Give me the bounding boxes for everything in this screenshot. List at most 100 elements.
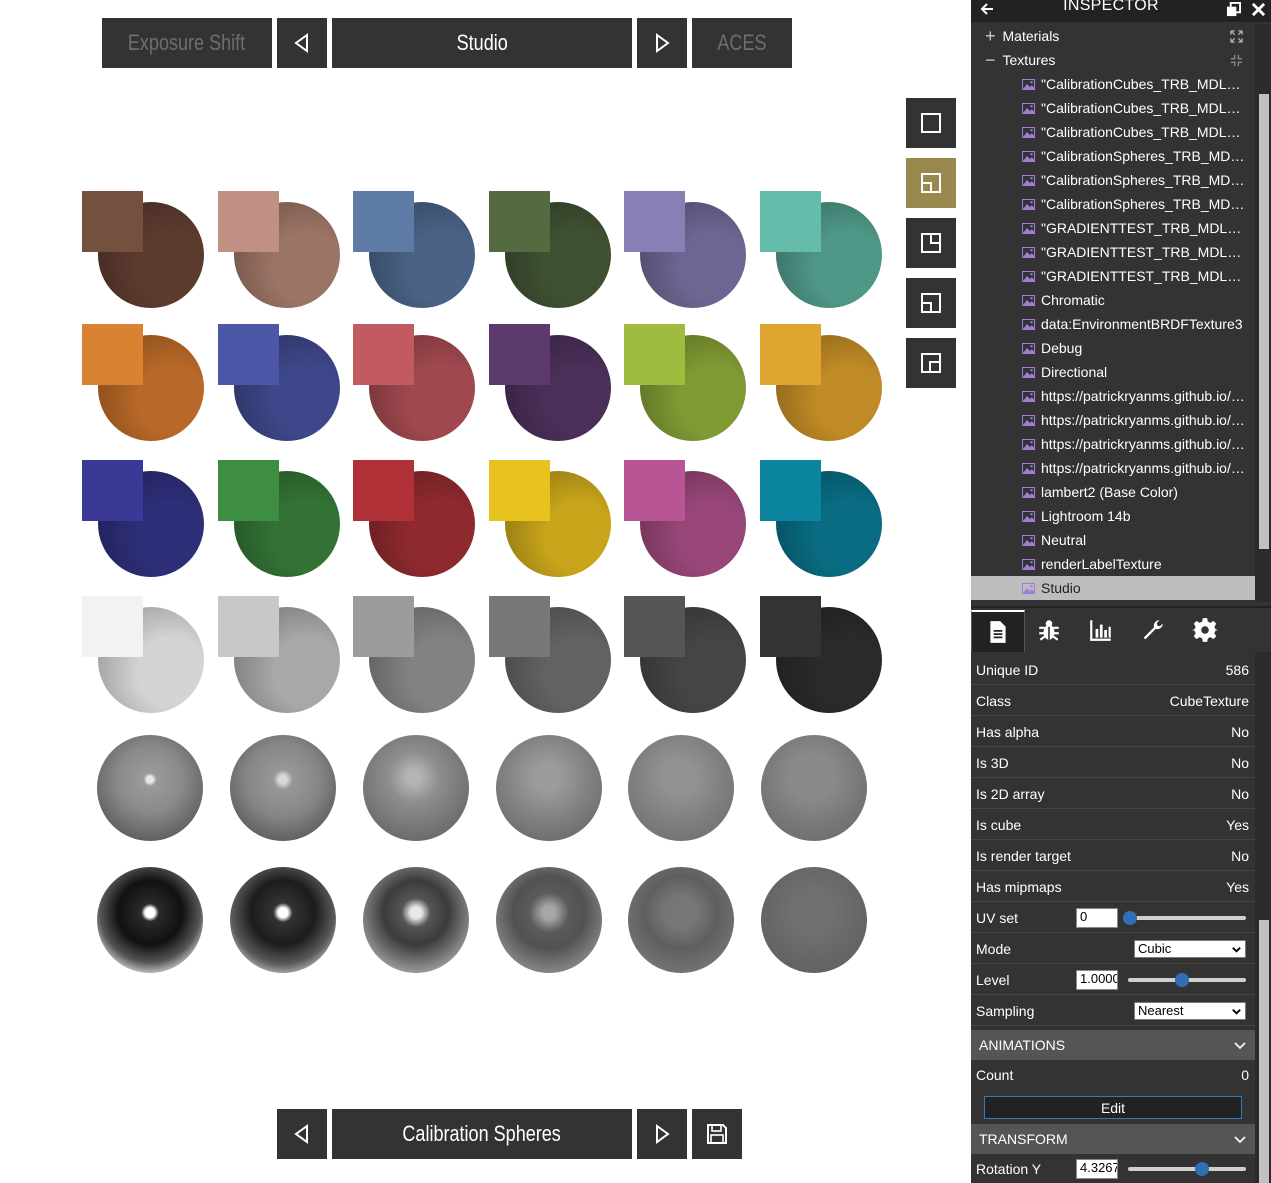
property-label: Is cube <box>976 816 1022 833</box>
tree-scrollbar[interactable] <box>1255 24 1271 602</box>
texture-item[interactable]: lambert2 (Base Color) <box>971 480 1255 504</box>
image-texture-icon <box>1022 174 1035 186</box>
texture-item[interactable]: Debug <box>971 336 1255 360</box>
uv-set-input[interactable]: 0 <box>1076 907 1118 928</box>
texture-item-label: renderLabelTexture <box>1041 556 1162 572</box>
texture-item-label: https://patrickryanms.github.io/BabylonJ… <box>1041 460 1246 476</box>
texture-item[interactable]: https://patrickryanms.github.io/BabylonJ… <box>971 408 1255 432</box>
swatch-square <box>82 596 143 657</box>
sampling-select[interactable]: Nearest <box>1134 1001 1246 1020</box>
split-view-top-right-button[interactable] <box>906 218 956 268</box>
texture-item[interactable]: Neutral <box>971 528 1255 552</box>
color-swatch <box>624 596 746 716</box>
level-label: Level <box>976 971 1010 988</box>
texture-item[interactable]: Lightroom 14b <box>971 504 1255 528</box>
property-label: Has mipmaps <box>976 878 1062 895</box>
texture-item[interactable]: Directional <box>971 360 1255 384</box>
tab-debug[interactable] <box>1023 610 1075 650</box>
texture-item[interactable]: https://patrickryanms.github.io/BabylonJ… <box>971 432 1255 456</box>
edit-animations-button[interactable]: Edit <box>984 1096 1242 1119</box>
swatch-square <box>489 460 550 521</box>
color-swatch <box>218 191 340 311</box>
texture-item[interactable]: Studio <box>971 576 1255 600</box>
texture-item-label: https://patrickryanms.github.io/BabylonJ… <box>1041 436 1246 452</box>
transform-section-header[interactable]: TRANSFORM <box>971 1124 1255 1154</box>
color-swatch <box>760 191 882 311</box>
triangle-right-icon <box>656 33 670 53</box>
sampling-select-value: Nearest <box>1138 1003 1184 1018</box>
next-environment-button[interactable] <box>637 18 687 68</box>
tab-properties[interactable] <box>971 610 1025 652</box>
close-icon[interactable] <box>1251 2 1266 17</box>
tab-settings[interactable] <box>1179 610 1231 650</box>
property-value: Yes <box>1226 816 1249 833</box>
split-view-bottom-left-button[interactable] <box>906 278 956 328</box>
split-view-diagonal-button[interactable] <box>906 158 956 208</box>
property-label: Class <box>976 692 1012 709</box>
single-view-icon <box>921 113 941 133</box>
texture-item[interactable]: "GRADIENTTEST_TRB_MDL_Gradient_BaseColor… <box>971 216 1255 240</box>
texture-item[interactable]: renderLabelTexture <box>971 552 1255 576</box>
uv-set-slider-knob[interactable] <box>1123 910 1137 925</box>
collapse-icon[interactable] <box>1230 54 1243 67</box>
metallic-sphere <box>761 867 867 973</box>
property-label: Is 2D array <box>976 785 1045 802</box>
texture-item[interactable]: "CalibrationCubes_TRB_MDL_Cubes_2_BaseCo… <box>971 72 1255 96</box>
image-texture-icon <box>1022 366 1035 378</box>
texture-item[interactable]: https://patrickryanms.github.io/BabylonJ… <box>971 456 1255 480</box>
mode-select[interactable]: Cubic <box>1134 939 1246 958</box>
viewer[interactable]: Exposure Shift Studio ACES Calibration S… <box>0 0 971 1183</box>
sampling-row: Sampling Nearest <box>971 996 1255 1026</box>
texture-item[interactable]: "CalibrationSpheres_TRB_MDL_Spheres_Base… <box>971 144 1255 168</box>
image-texture-icon <box>1022 126 1035 138</box>
animation-count-value: 0 <box>1241 1067 1249 1083</box>
tree-materials-row[interactable]: + Materials <box>971 24 1255 48</box>
uv-set-slider[interactable] <box>1123 910 1246 925</box>
tab-tools[interactable] <box>1127 610 1179 650</box>
texture-item[interactable]: data:EnvironmentBRDFTexture3 <box>971 312 1255 336</box>
next-model-button[interactable] <box>637 1109 687 1159</box>
roughness-sphere <box>628 735 734 841</box>
metallic-sphere <box>230 867 336 973</box>
texture-item[interactable]: "CalibrationSpheres_TRB_MDL_Spheres_Norm… <box>971 192 1255 216</box>
plus-icon[interactable]: + <box>985 27 996 45</box>
texture-item[interactable]: "GRADIENTTEST_TRB_MDL_Gradient_Normal.pn… <box>971 264 1255 288</box>
tree-scrollbar-thumb[interactable] <box>1259 94 1269 549</box>
texture-item[interactable]: "GRADIENTTEST_TRB_MDL_Gradient_Metallic.… <box>971 240 1255 264</box>
properties-scrollbar-thumb[interactable] <box>1259 920 1269 1183</box>
split-view-corner-button[interactable] <box>906 338 956 388</box>
inspector-header: INSPECTOR <box>971 0 1271 22</box>
texture-item[interactable]: Chromatic <box>971 288 1255 312</box>
property-value: No <box>1231 754 1249 771</box>
texture-item[interactable]: https://patrickryanms.github.io/BabylonJ… <box>971 384 1255 408</box>
rotation-y-input[interactable]: 4.3267 <box>1076 1158 1118 1179</box>
swatch-square <box>624 191 685 252</box>
texture-item[interactable]: "CalibrationCubes_TRB_MDL_Cubes_2_Metall… <box>971 96 1255 120</box>
tree-textures-row[interactable]: − Textures <box>971 48 1255 72</box>
rotation-y-slider-knob[interactable] <box>1195 1161 1209 1176</box>
roughness-sphere <box>230 735 336 841</box>
color-swatch <box>353 460 475 580</box>
level-slider-knob[interactable] <box>1175 972 1189 987</box>
single-view-button[interactable] <box>906 98 956 148</box>
save-button[interactable] <box>692 1109 742 1159</box>
expand-icon[interactable] <box>1230 29 1243 43</box>
rotation-y-slider[interactable] <box>1128 1161 1246 1176</box>
level-slider[interactable] <box>1128 972 1246 987</box>
prev-model-button[interactable] <box>277 1109 327 1159</box>
minus-icon[interactable]: − <box>985 51 996 69</box>
texture-item[interactable]: "CalibrationCubes_TRB_MDL_Cubes_2_Normal… <box>971 120 1255 144</box>
texture-item[interactable]: "CalibrationSpheres_TRB_MDL_Spheres_Meta… <box>971 168 1255 192</box>
swatch-square <box>489 191 550 252</box>
exposure-shift-button[interactable]: Exposure Shift <box>102 18 272 68</box>
image-texture-icon <box>1022 102 1035 114</box>
tab-statistics[interactable] <box>1075 610 1127 650</box>
properties-scrollbar[interactable] <box>1255 652 1271 1183</box>
property-label: Is 3D <box>976 754 1009 771</box>
animations-section-header[interactable]: ANIMATIONS <box>971 1030 1255 1060</box>
popout-window-icon[interactable] <box>1226 2 1241 17</box>
sampling-label: Sampling <box>976 1002 1035 1019</box>
level-input[interactable]: 1.0000 <box>1076 969 1118 990</box>
prev-environment-button[interactable] <box>277 18 327 68</box>
tonemap-button[interactable]: ACES <box>692 18 792 68</box>
